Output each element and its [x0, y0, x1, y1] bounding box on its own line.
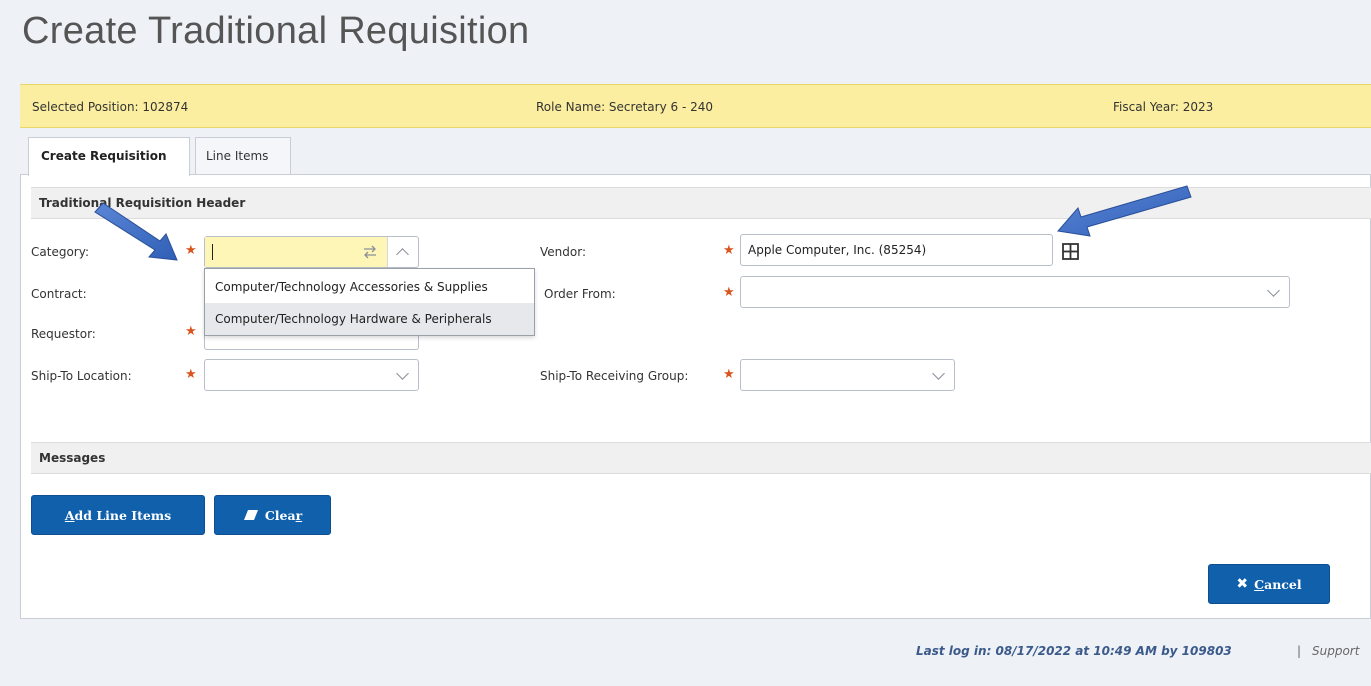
dropdown-option[interactable]: Computer/Technology Accessories & Suppli…	[205, 271, 534, 303]
eraser-icon	[243, 510, 258, 520]
ship-to-receiving-group-required-icon: ★	[723, 367, 735, 382]
add-line-items-label: Add Line Items	[64, 507, 172, 523]
footer-separator: |	[1297, 644, 1302, 658]
ship-to-location-select[interactable]	[204, 359, 419, 391]
messages-section: Messages	[31, 442, 1371, 474]
swap-icon[interactable]	[362, 245, 378, 259]
order-from-label: Order From:	[544, 287, 616, 301]
text-cursor	[212, 244, 213, 260]
category-input[interactable]	[205, 237, 388, 267]
add-line-items-button[interactable]: Add Line Items	[31, 495, 205, 535]
vendor-required-icon: ★	[723, 243, 735, 258]
cancel-label: Cancel	[1254, 576, 1302, 592]
vendor-label: Vendor:	[540, 245, 586, 259]
vendor-lookup-grid-icon[interactable]	[1062, 243, 1079, 260]
fiscal-year-text: Fiscal Year: 2023	[1113, 100, 1214, 114]
chevron-down-icon	[396, 367, 409, 380]
tab-create-requisition[interactable]: Create Requisition	[28, 137, 190, 176]
clear-button[interactable]: Clear	[214, 495, 331, 535]
position-info-bar: Selected Position: 102874 Role Name: Sec…	[20, 84, 1371, 128]
support-link[interactable]: Support	[1312, 644, 1359, 658]
order-from-required-icon: ★	[723, 285, 735, 300]
selected-position-text: Selected Position: 102874	[32, 100, 189, 114]
role-name-text: Role Name: Secretary 6 - 240	[536, 100, 713, 114]
last-login-text: Last log in: 08/17/2022 at 10:49 AM by 1…	[916, 644, 1232, 658]
category-combobox[interactable]	[204, 236, 419, 268]
category-required-icon: ★	[185, 243, 197, 258]
cancel-button[interactable]: ✖ Cancel	[1208, 564, 1330, 604]
close-icon: ✖	[1236, 576, 1249, 592]
ship-to-receiving-group-select[interactable]	[740, 359, 955, 391]
vendor-value: Apple Computer, Inc. (85254)	[748, 243, 927, 257]
category-label: Category:	[31, 245, 89, 259]
ship-to-receiving-group-label: Ship-To Receiving Group:	[540, 369, 689, 383]
category-dropdown-list: Computer/Technology Accessories & Suppli…	[204, 268, 535, 336]
requestor-label: Requestor:	[31, 327, 96, 341]
ship-to-location-required-icon: ★	[185, 367, 197, 382]
page-title: Create Traditional Requisition	[22, 10, 530, 52]
chevron-up-icon[interactable]	[396, 248, 409, 261]
chevron-down-icon	[932, 367, 945, 380]
clear-label: Clear	[264, 507, 303, 523]
vendor-field[interactable]: Apple Computer, Inc. (85254)	[740, 234, 1053, 266]
ship-to-location-label: Ship-To Location:	[31, 369, 132, 383]
requestor-required-icon: ★	[185, 324, 197, 339]
order-from-select[interactable]	[740, 276, 1290, 308]
tab-line-items[interactable]: Line Items	[195, 137, 291, 175]
dropdown-option-highlighted[interactable]: Computer/Technology Hardware & Periphera…	[205, 303, 534, 335]
contract-label: Contract:	[31, 287, 87, 301]
requisition-header-section: Traditional Requisition Header	[31, 187, 1371, 219]
chevron-down-icon	[1267, 284, 1280, 297]
